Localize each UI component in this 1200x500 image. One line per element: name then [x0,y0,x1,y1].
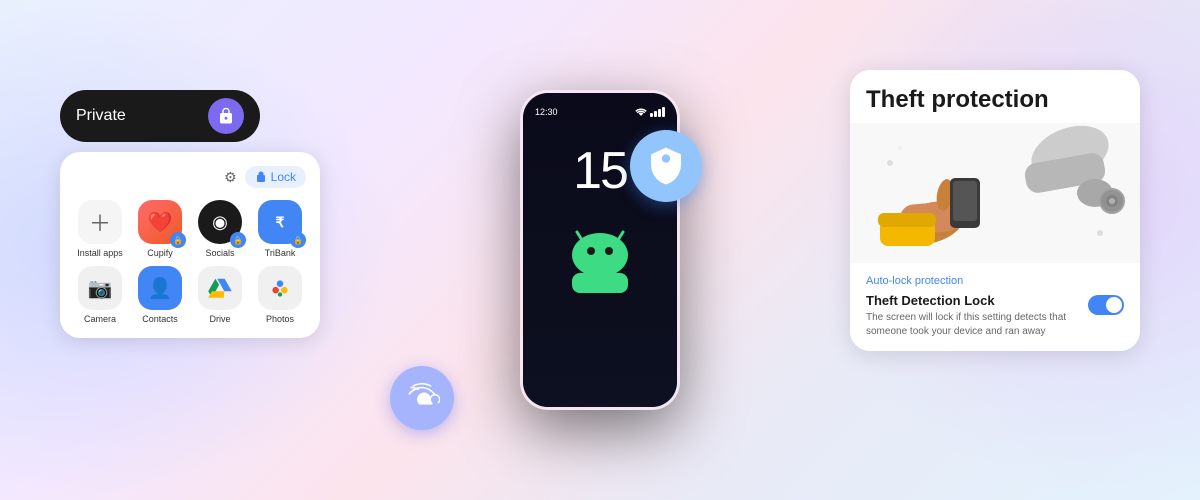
left-panel: Private ⚙ Lock ＋ Install apps [60,90,320,338]
apps-panel: ⚙ Lock ＋ Install apps ❤️ 🔒 Cupify [60,152,320,338]
private-lock-bubble [208,98,244,134]
theft-protection-title: Theft protection [866,86,1049,115]
install-apps-icon: ＋ [78,200,122,244]
theft-protection-panel: Theft protection [850,70,1140,351]
shield-key-icon [646,146,686,186]
apps-panel-header: ⚙ Lock [74,166,306,188]
lock-button[interactable]: Lock [245,166,306,188]
app-label: Camera [84,314,116,324]
phone-time: 12:30 [535,107,558,117]
apps-grid: ＋ Install apps ❤️ 🔒 Cupify ◉ 🔒 Socials [74,200,306,324]
lock-button-label: Lock [271,170,296,184]
list-item[interactable]: Drive [194,266,246,324]
phone-notch [592,93,608,101]
tribank-icon: ₹ 🔒 [258,200,302,244]
cupify-icon: ❤️ 🔒 [138,200,182,244]
fingerprint-bubble [390,366,454,430]
photos-svg-icon [267,275,293,301]
app-label: Drive [209,314,230,324]
signal-bars-icon [650,107,665,117]
theft-illustration-svg [850,123,1140,263]
theft-illustration [850,123,1140,263]
theft-card-header: Theft protection [850,70,1140,115]
contacts-icon: 👤 [138,266,182,310]
drive-svg-icon [207,275,233,301]
drive-icon [198,266,242,310]
fingerprint-icon [404,380,440,416]
list-item[interactable]: ◉ 🔒 Socials [194,200,246,258]
list-item[interactable]: 📷 Camera [74,266,126,324]
list-item[interactable]: 👤 Contacts [134,266,186,324]
private-label: Private [76,107,126,125]
list-item[interactable]: ❤️ 🔒 Cupify [134,200,186,258]
settings-icon[interactable]: ⚙ [224,169,237,186]
app-lock-overlay: 🔒 [170,232,186,248]
theft-detection-toggle[interactable] [1088,295,1124,315]
app-label: TriBank [265,248,296,258]
lock-icon [217,107,235,125]
auto-lock-label: Auto-lock protection [866,275,1124,287]
wifi-icon [635,107,647,117]
theft-detection-info: Theft Detection Lock The screen will loc… [866,293,1078,339]
phone-number-display: 15 [573,145,627,197]
theft-card-footer: Auto-lock protection Theft Detection Loc… [850,263,1140,351]
app-lock-overlay: 🔒 [290,232,306,248]
android-robot-svg [555,227,645,297]
private-space-badge: Private [60,90,260,142]
list-item[interactable]: ＋ Install apps [74,200,126,258]
list-item[interactable]: Photos [254,266,306,324]
shield-security-bubble [630,130,702,202]
list-item[interactable]: ₹ 🔒 TriBank [254,200,306,258]
app-label: Photos [266,314,294,324]
theft-detection-title: Theft Detection Lock [866,293,1078,308]
camera-icon: 📷 [78,266,122,310]
app-label: Install apps [77,248,123,258]
android-mascot [555,227,645,302]
photos-icon [258,266,302,310]
app-label: Socials [205,248,234,258]
phone-status-icons [635,107,665,117]
theft-detection-row: Theft Detection Lock The screen will loc… [866,293,1124,339]
app-label: Cupify [147,248,173,258]
app-label: Contacts [142,314,178,324]
theft-detection-description: The screen will lock if this setting det… [866,311,1078,339]
app-lock-overlay: 🔒 [230,232,246,248]
phone-status-bar: 12:30 [523,107,677,117]
theft-protection-card: Theft protection [850,70,1140,351]
socials-icon: ◉ 🔒 [198,200,242,244]
lock-small-icon [255,171,267,183]
